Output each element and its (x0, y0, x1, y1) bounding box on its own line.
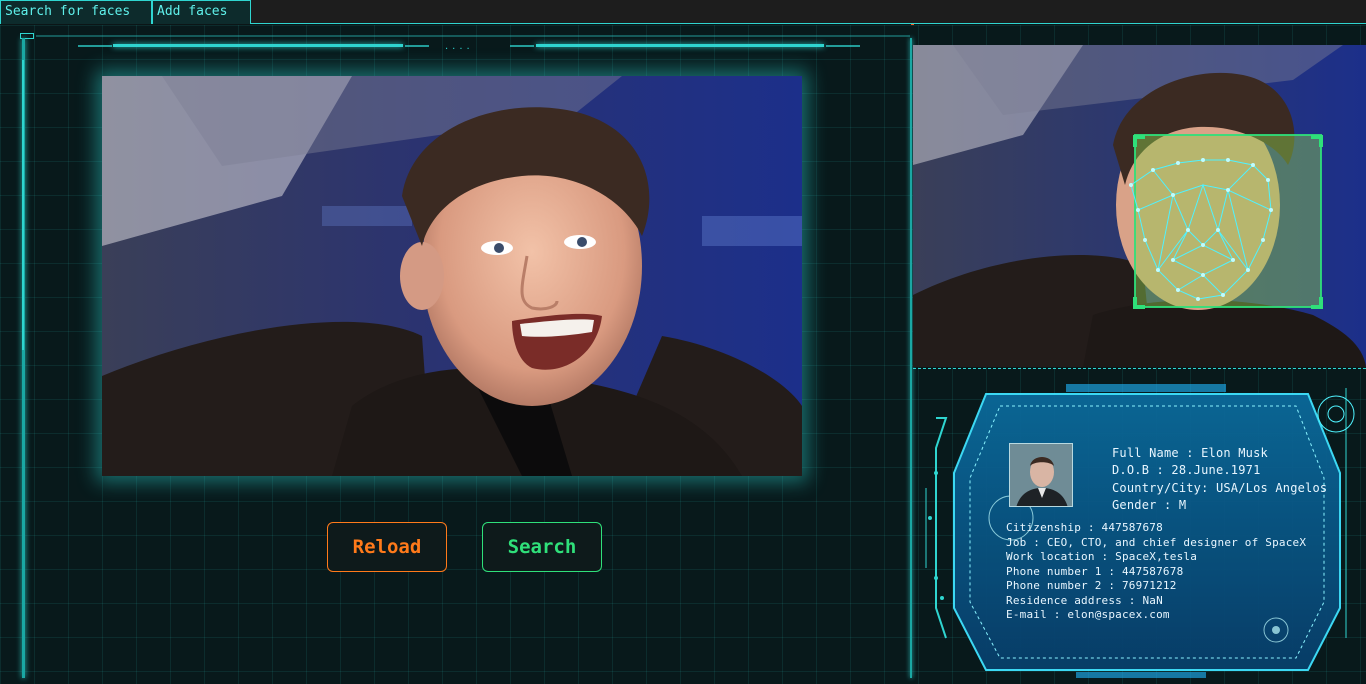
profile-work-location: Work location : SpaceX,tesla (1006, 550, 1198, 563)
profile-email: E-mail : elon@spacex.com (1006, 608, 1170, 621)
profile-country-city: Country/City: USA/Los Angelos (1112, 481, 1328, 495)
face-scan-preview (913, 45, 1366, 367)
frame-top-bar (113, 44, 403, 47)
frame-top-segment (826, 45, 860, 47)
profile-photo (1009, 443, 1073, 507)
frame-divider (910, 38, 912, 678)
frame-left-rail-inner (22, 60, 28, 350)
input-photo (102, 76, 802, 476)
frame-top-bar (536, 44, 824, 47)
profile-citizenship: Citizenship : 447587678 (1006, 521, 1163, 534)
scan-divider (913, 368, 1366, 370)
frame-top-segment (510, 45, 534, 47)
tab-search-for-faces[interactable]: Search for faces (0, 0, 152, 24)
frame-top-rail (36, 35, 910, 37)
profile-dob: D.O.B : 28.June.1971 (1112, 463, 1261, 477)
tab-bar: Search for faces Add faces (0, 0, 1366, 24)
profile-residence: Residence address : NaN (1006, 594, 1163, 607)
profile-phone-2: Phone number 2 : 76971212 (1006, 579, 1177, 592)
profile-gender: Gender : M (1112, 498, 1187, 512)
profile-job: Job : CEO, CTO, and chief designer of Sp… (1006, 536, 1307, 549)
frame-top-segment (405, 45, 429, 47)
tab-add-faces[interactable]: Add faces (152, 0, 251, 24)
profile-full-name: Full Name : Elon Musk (1112, 446, 1268, 460)
frame-top-segment (78, 45, 112, 47)
frame-dots: ···· (445, 44, 474, 55)
profile-phone-1: Phone number 1 : 447587678 (1006, 565, 1184, 578)
search-button[interactable]: Search (482, 522, 602, 572)
reload-button[interactable]: Reload (327, 522, 447, 572)
